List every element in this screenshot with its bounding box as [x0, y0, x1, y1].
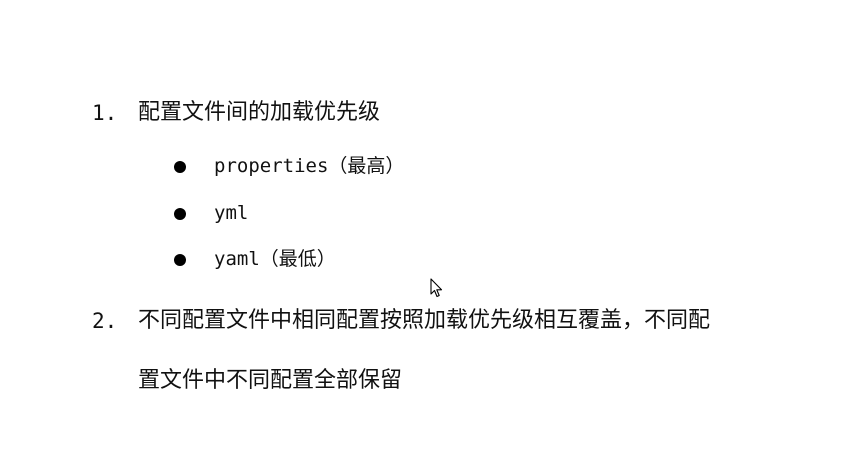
list-number: 2. [92, 309, 118, 333]
mouse-pointer-icon [430, 278, 443, 298]
bullet-text: yml [214, 202, 249, 224]
bullet-text: properties（最高） [214, 155, 405, 177]
list-item-text-line2: 置文件中不同配置全部保留 [138, 368, 403, 393]
list-item-text-line1: 不同配置文件中相同配置按照加载优先级相互覆盖，不同配 [138, 308, 711, 333]
document-page: 1. 配置文件间的加载优先级 properties（最高） yml yaml（最… [0, 0, 856, 458]
list-number: 1. [92, 101, 118, 125]
list-item-text: 配置文件间的加载优先级 [138, 100, 381, 125]
bullet-icon [174, 161, 186, 173]
bullet-text: yaml（最低） [214, 248, 336, 270]
bullet-icon [174, 254, 186, 266]
bullet-icon [174, 208, 186, 220]
